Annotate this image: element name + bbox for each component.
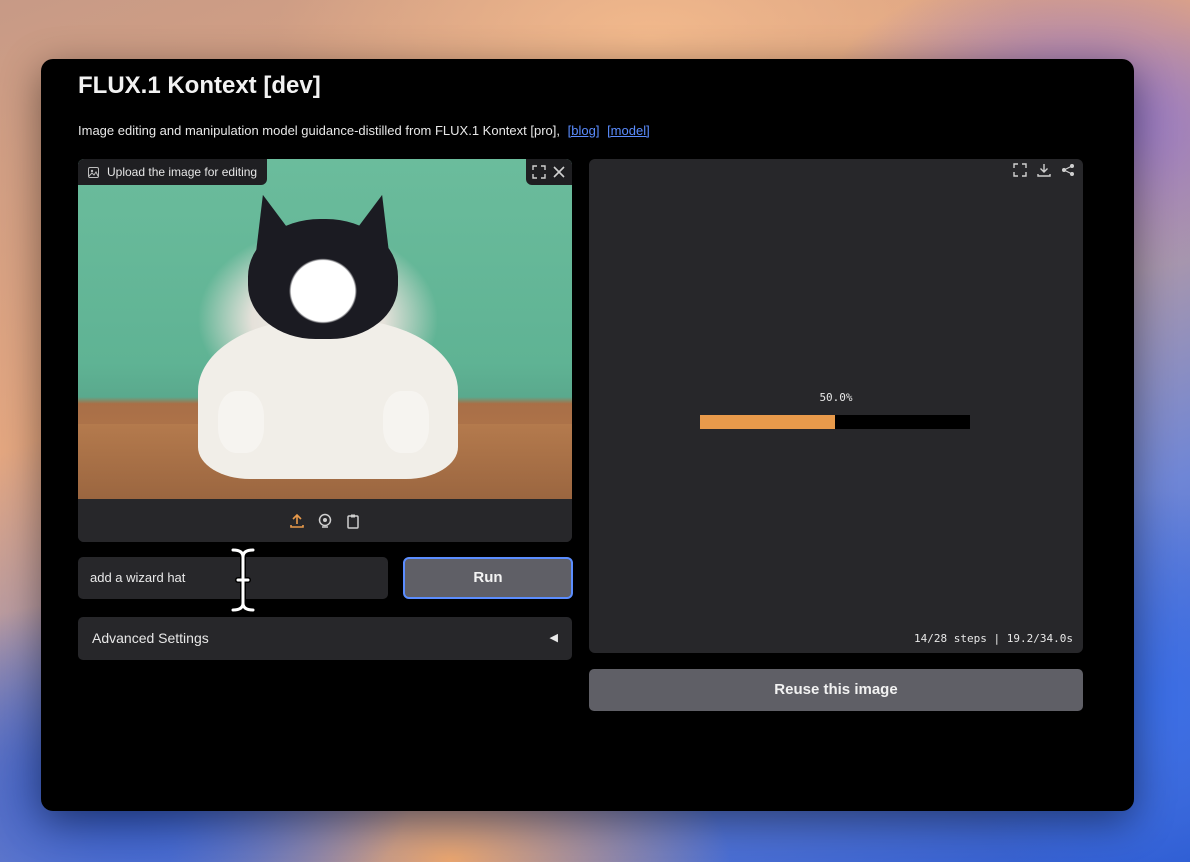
page-description: Image editing and manipulation model gui… xyxy=(78,123,650,138)
webcam-icon[interactable] xyxy=(317,513,333,529)
advanced-settings-accordion[interactable]: Advanced Settings ◀ xyxy=(78,617,572,660)
image-label: Upload the image for editing xyxy=(78,159,268,185)
image-toolbar xyxy=(526,159,572,185)
clipboard-icon[interactable] xyxy=(345,513,361,529)
run-button[interactable]: Run xyxy=(403,557,573,599)
caret-left-icon: ◀ xyxy=(549,632,558,644)
blog-link[interactable]: [blog] xyxy=(568,123,600,138)
upload-icon[interactable] xyxy=(289,513,305,529)
progress-bar-fill xyxy=(700,415,835,429)
reuse-image-button[interactable]: Reuse this image xyxy=(589,669,1083,711)
input-image-panel[interactable]: Upload the image for editing xyxy=(78,159,572,542)
output-toolbar xyxy=(1013,163,1075,177)
output-image-panel: 50.0% 14/28 steps | 19.2/34.0s xyxy=(589,159,1083,653)
image-cat-paw-right xyxy=(383,391,429,453)
description-text: Image editing and manipulation model gui… xyxy=(78,123,560,138)
input-image xyxy=(78,159,572,499)
share-icon[interactable] xyxy=(1061,163,1075,177)
image-cat-paw-left xyxy=(218,391,264,453)
fullscreen-icon[interactable] xyxy=(1013,163,1027,177)
image-label-text: Upload the image for editing xyxy=(107,165,258,179)
progress-bar xyxy=(700,415,970,429)
app-window: FLUX.1 Kontext [dev] Image editing and m… xyxy=(41,59,1134,811)
close-icon[interactable] xyxy=(552,165,566,179)
text-cursor-icon xyxy=(230,547,256,613)
image-icon xyxy=(88,166,99,178)
download-icon[interactable] xyxy=(1037,163,1051,177)
page-title: FLUX.1 Kontext [dev] xyxy=(78,72,321,99)
progress-percent: 50.0% xyxy=(819,391,853,404)
fullscreen-icon[interactable] xyxy=(532,165,546,179)
image-cat-head xyxy=(248,219,398,339)
advanced-settings-label: Advanced Settings xyxy=(92,630,209,646)
image-source-bar xyxy=(78,499,572,542)
progress-steps: 14/28 steps | 19.2/34.0s xyxy=(914,632,1073,645)
model-link[interactable]: [model] xyxy=(607,123,650,138)
